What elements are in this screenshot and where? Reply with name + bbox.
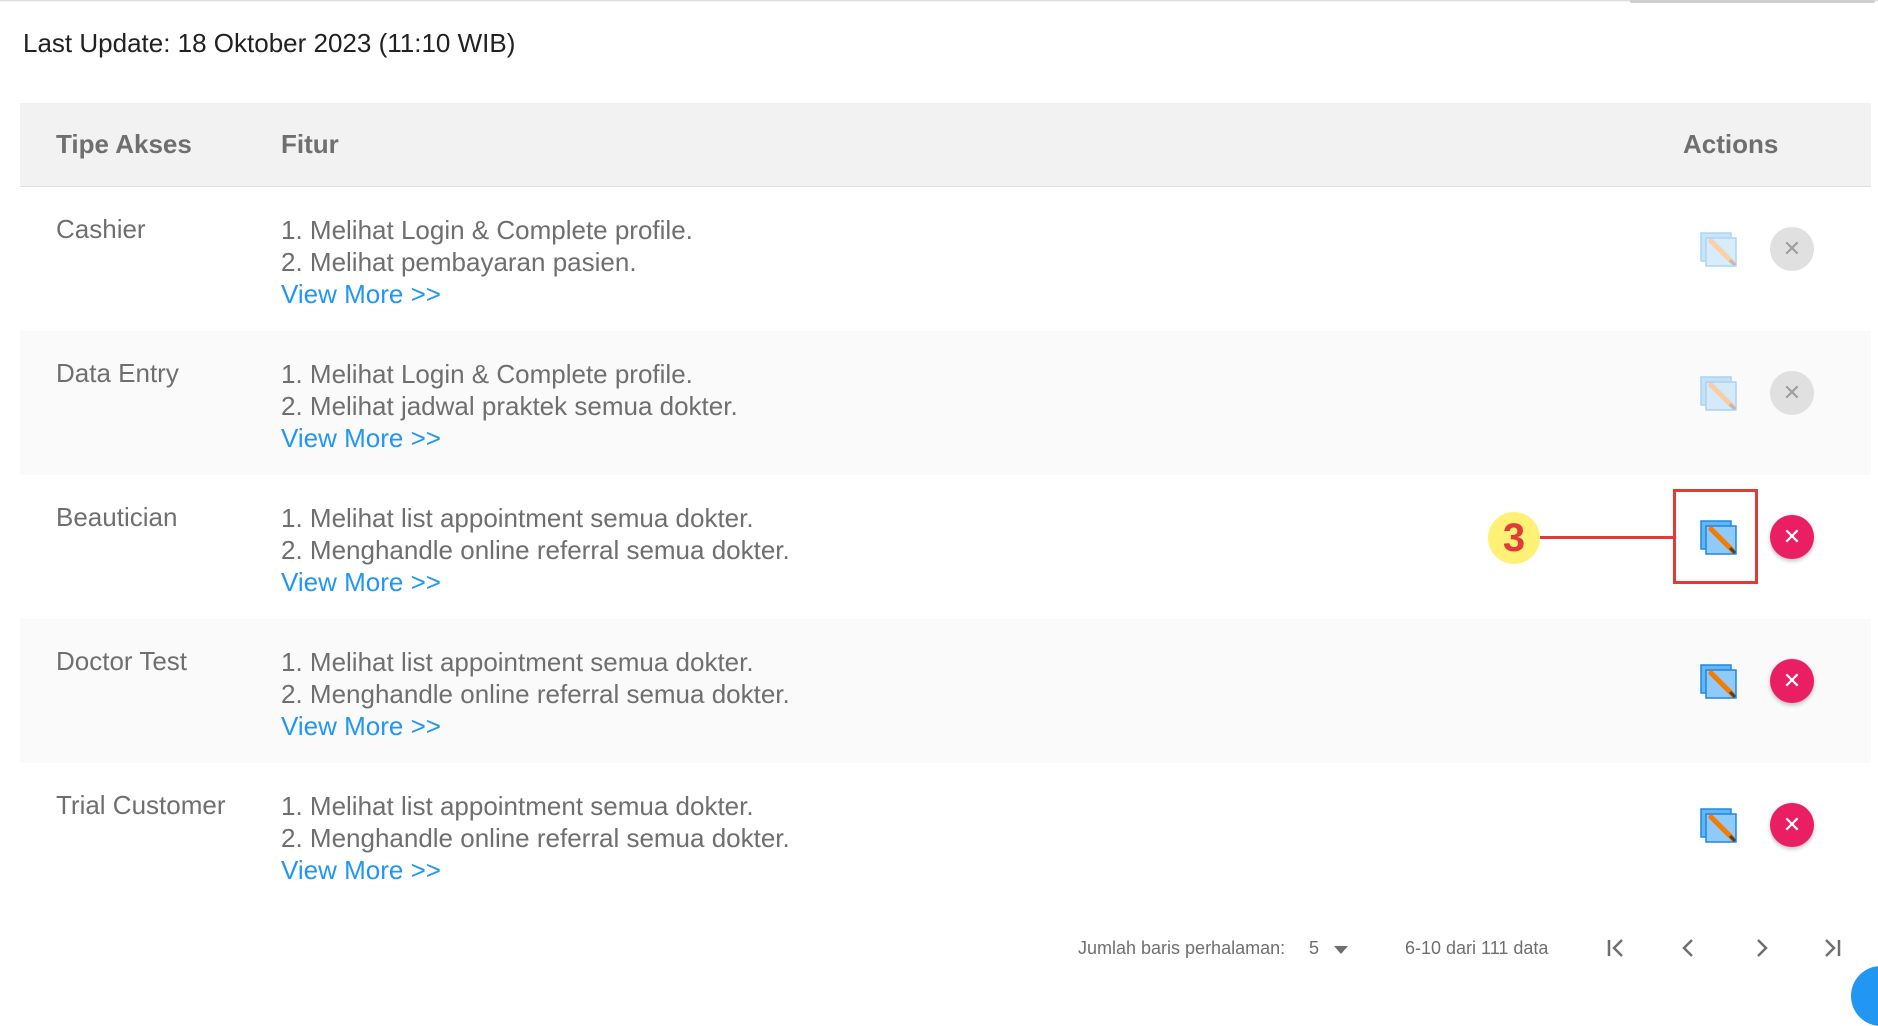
edit-icon bbox=[1697, 227, 1741, 271]
chevron-left-icon[interactable] bbox=[1673, 932, 1705, 964]
close-icon: ✕ bbox=[1782, 668, 1802, 693]
cell-fitur: 1. Melihat list appointment semua dokter… bbox=[281, 790, 790, 886]
cell-tipe-akses: Trial Customer bbox=[56, 790, 226, 820]
view-more-link[interactable]: View More >> bbox=[281, 278, 693, 310]
fitur-line: 2. Melihat jadwal praktek semua dokter. bbox=[281, 391, 738, 421]
table-row: Beautician 1. Melihat list appointment s… bbox=[20, 475, 1871, 619]
close-icon: ✕ bbox=[1782, 812, 1802, 837]
cell-tipe-akses: Data Entry bbox=[56, 358, 179, 388]
annotation-badge: 3 bbox=[1488, 512, 1540, 564]
fitur-line: 2. Melihat pembayaran pasien. bbox=[281, 247, 637, 277]
delete-button: ✕ bbox=[1770, 371, 1814, 415]
table-row: Doctor Test 1. Melihat list appointment … bbox=[20, 619, 1871, 763]
top-shadow bbox=[0, 0, 1878, 2]
top-tab-indicator bbox=[1630, 0, 1875, 3]
delete-button[interactable]: ✕ bbox=[1770, 515, 1814, 559]
fitur-line: 1. Melihat list appointment semua dokter… bbox=[281, 647, 754, 677]
header-tipe-akses: Tipe Akses bbox=[56, 129, 192, 159]
header-actions: Actions bbox=[1683, 129, 1779, 159]
cell-fitur: 1. Melihat Login & Complete profile. 2. … bbox=[281, 358, 738, 454]
delete-button[interactable]: ✕ bbox=[1770, 659, 1814, 703]
edit-icon[interactable] bbox=[1697, 659, 1741, 703]
rows-per-page-label: Jumlah baris perhalaman: bbox=[1078, 938, 1286, 958]
first-page-icon[interactable] bbox=[1600, 932, 1632, 964]
last-update-text: Last Update: 18 Oktober 2023 (11:10 WIB) bbox=[23, 28, 516, 58]
pagination-bar: Jumlah baris perhalaman: 5 6-10 dari 111… bbox=[0, 938, 1878, 962]
last-page-icon[interactable] bbox=[1816, 932, 1848, 964]
view-more-link[interactable]: View More >> bbox=[281, 854, 790, 886]
cell-tipe-akses: Cashier bbox=[56, 214, 146, 244]
fitur-line: 2. Menghandle online referral semua dokt… bbox=[281, 823, 790, 853]
fitur-line: 2. Menghandle online referral semua dokt… bbox=[281, 535, 790, 565]
view-more-link[interactable]: View More >> bbox=[281, 566, 790, 598]
close-icon: ✕ bbox=[1782, 236, 1802, 261]
delete-button[interactable]: ✕ bbox=[1770, 803, 1814, 847]
cell-fitur: 1. Melihat Login & Complete profile. 2. … bbox=[281, 214, 693, 310]
chevron-down-icon[interactable] bbox=[1334, 946, 1348, 954]
fitur-line: 1. Melihat list appointment semua dokter… bbox=[281, 503, 754, 533]
floating-action-button[interactable] bbox=[1851, 966, 1878, 1026]
cell-fitur: 1. Melihat list appointment semua dokter… bbox=[281, 646, 790, 742]
cell-tipe-akses: Beautician bbox=[56, 502, 178, 532]
fitur-line: 1. Melihat Login & Complete profile. bbox=[281, 215, 693, 245]
table-row: Trial Customer 1. Melihat list appointme… bbox=[20, 763, 1871, 907]
close-icon: ✕ bbox=[1782, 524, 1802, 549]
annotation-highlight-box bbox=[1673, 489, 1758, 584]
chevron-right-icon[interactable] bbox=[1745, 932, 1777, 964]
fitur-line: 2. Menghandle online referral semua dokt… bbox=[281, 679, 790, 709]
edit-icon[interactable] bbox=[1697, 803, 1741, 847]
fitur-line: 1. Melihat Login & Complete profile. bbox=[281, 359, 693, 389]
table-row: Data Entry 1. Melihat Login & Complete p… bbox=[20, 331, 1871, 475]
table-row: Cashier 1. Melihat Login & Complete prof… bbox=[20, 187, 1871, 331]
fitur-line: 1. Melihat list appointment semua dokter… bbox=[281, 791, 754, 821]
view-more-link[interactable]: View More >> bbox=[281, 422, 738, 454]
access-table: Tipe Akses Fitur Actions Cashier 1. Meli… bbox=[20, 103, 1871, 907]
cell-tipe-akses: Doctor Test bbox=[56, 646, 188, 676]
close-icon: ✕ bbox=[1782, 380, 1802, 405]
delete-button: ✕ bbox=[1770, 227, 1814, 271]
cell-fitur: 1. Melihat list appointment semua dokter… bbox=[281, 502, 790, 598]
pagination-range: 6-10 dari 111 data bbox=[1405, 938, 1549, 958]
rows-per-page-select[interactable]: 5 bbox=[1309, 938, 1319, 959]
edit-icon bbox=[1697, 371, 1741, 415]
header-fitur: Fitur bbox=[281, 129, 339, 159]
annotation-connector-line bbox=[1540, 536, 1673, 539]
view-more-link[interactable]: View More >> bbox=[281, 710, 790, 742]
table-header: Tipe Akses Fitur Actions bbox=[20, 103, 1871, 187]
